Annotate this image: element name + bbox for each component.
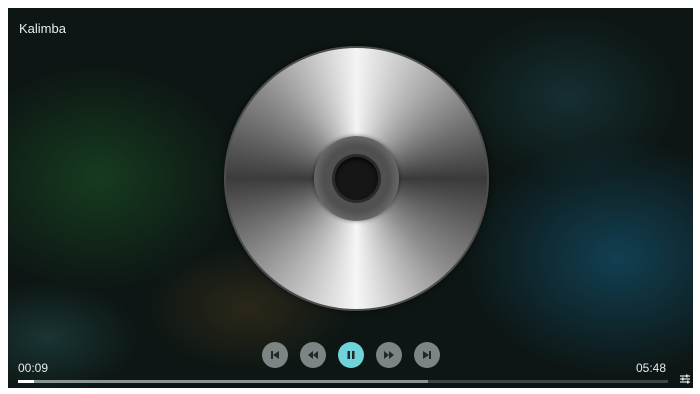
media-player: Kalimba 00:09 05:48 (8, 8, 693, 388)
equalizer-icon (680, 374, 690, 384)
disc-center-hole (335, 157, 378, 200)
equalizer-button[interactable] (678, 372, 692, 386)
fast-forward-icon (384, 351, 394, 359)
skip-next-button[interactable] (414, 342, 440, 368)
elapsed-time: 00:09 (18, 361, 49, 375)
pause-button[interactable] (338, 342, 364, 368)
seek-bar-buffered (18, 380, 428, 383)
album-art-disc (224, 46, 489, 311)
seek-bar[interactable] (18, 380, 668, 383)
pause-icon (347, 351, 355, 359)
total-duration: 05:48 (636, 361, 667, 375)
skip-previous-button[interactable] (262, 342, 288, 368)
rewind-button[interactable] (300, 342, 326, 368)
seek-bar-progress (18, 380, 35, 383)
skip-next-icon (423, 351, 431, 359)
track-title: Kalimba (19, 21, 66, 36)
skip-previous-icon (271, 351, 279, 359)
disc-center-ring (314, 136, 399, 221)
rewind-icon (308, 351, 318, 359)
fast-forward-button[interactable] (376, 342, 402, 368)
